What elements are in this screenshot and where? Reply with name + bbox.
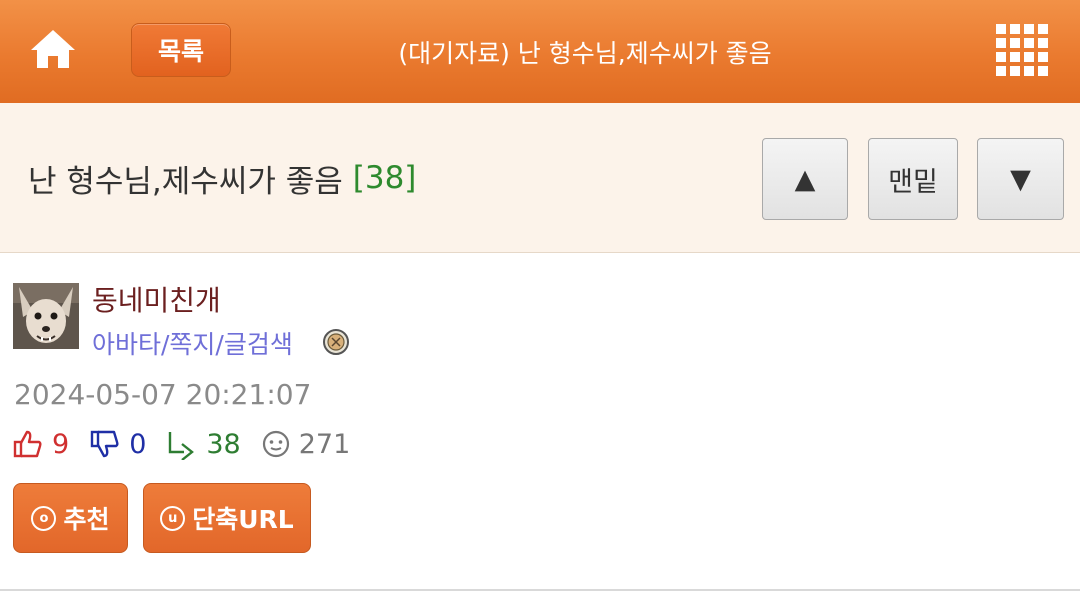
grid-menu-icon[interactable]	[996, 24, 1048, 76]
post-title-band: 난 형수님,제수씨가 좋음 [38] ▲ 맨밑 ▼	[0, 103, 1080, 253]
comment-count[interactable]: [38]	[353, 160, 417, 196]
thumbs-down-icon	[90, 430, 119, 458]
post-title: 난 형수님,제수씨가 좋음 [38]	[28, 103, 416, 253]
up-arrow-icon: ▲	[794, 163, 816, 195]
recommend-circle-icon: o	[31, 505, 57, 531]
short-url-label: 단축URL	[192, 505, 294, 534]
author-name[interactable]: 동네미친개	[92, 279, 221, 319]
author-links[interactable]: 아바타/쪽지/글검색	[92, 325, 293, 361]
down-arrow-icon: ▼	[1010, 163, 1031, 195]
top-bar: 목록 (대기자료) 난 형수님,제수씨가 좋음	[0, 0, 1080, 103]
reply-count: 38	[206, 428, 241, 460]
avatar[interactable]	[13, 283, 79, 349]
home-button[interactable]	[28, 26, 78, 72]
home-icon	[31, 30, 75, 68]
face-icon	[262, 430, 289, 458]
recommend-label: 추천	[63, 505, 110, 534]
dislike-stat[interactable]: 0	[89, 428, 146, 460]
scroll-down-button[interactable]: ▼	[977, 138, 1064, 220]
scroll-up-button[interactable]: ▲	[762, 138, 848, 220]
post-title-text: 난 형수님,제수씨가 좋음	[28, 163, 343, 200]
list-button[interactable]: 목록	[131, 23, 231, 77]
post-date: 2024-05-07 20:21:07	[14, 378, 312, 411]
scroll-bottom-button[interactable]: 맨밑	[868, 138, 958, 220]
reply-stat[interactable]: 38	[166, 428, 241, 460]
reply-arrow-icon	[169, 432, 195, 460]
short-url-button[interactable]: u 단축URL	[143, 483, 311, 553]
thumbs-up-icon	[13, 430, 42, 458]
header-title: (대기자료) 난 형수님,제수씨가 좋음	[398, 38, 772, 68]
view-count: 271	[298, 428, 351, 460]
badge-icon	[322, 328, 350, 356]
like-stat[interactable]: 9	[12, 428, 69, 460]
recommend-button[interactable]: o 추천	[13, 483, 128, 553]
short-url-circle-icon: u	[160, 505, 186, 531]
dislike-count: 0	[129, 428, 147, 460]
like-count: 9	[52, 428, 70, 460]
view-stat: 271	[261, 428, 351, 460]
post-stats: 9 0 38 271	[12, 425, 370, 463]
divider	[0, 589, 1080, 591]
